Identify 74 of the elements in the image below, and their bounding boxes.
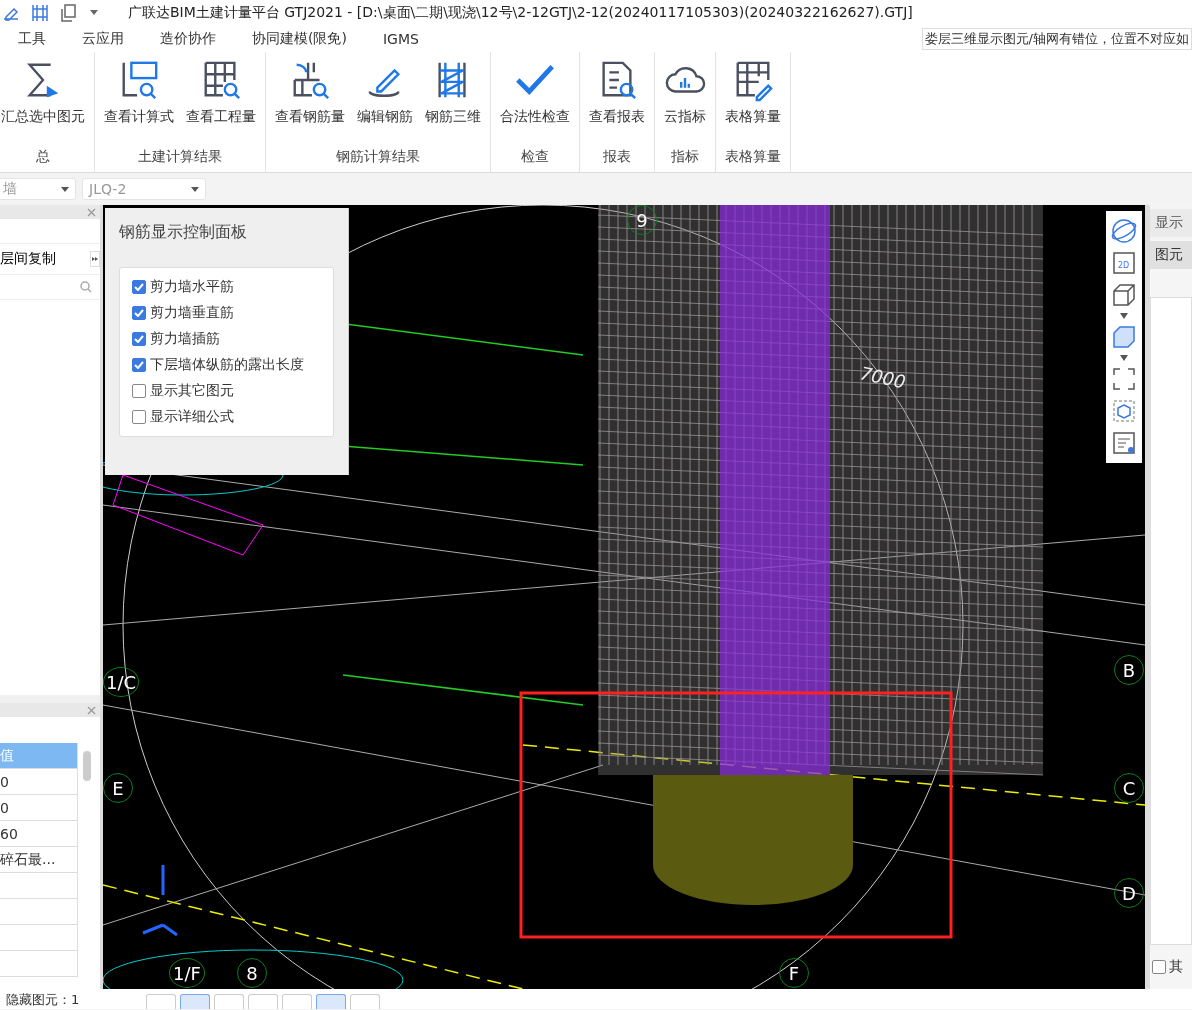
caret-icon <box>1120 313 1128 319</box>
checkbox-option[interactable]: 显示其它图元 <box>132 382 321 400</box>
menu-item[interactable]: 工具 <box>18 30 46 48</box>
cube-icon[interactable] <box>1110 281 1138 309</box>
ribbon-button[interactable]: 合法性检查 <box>495 56 575 128</box>
ribbon-button[interactable]: 表格算量 <box>720 56 786 128</box>
selection-frame-icon[interactable] <box>1110 365 1138 393</box>
box-cube-icon[interactable] <box>1110 397 1138 425</box>
checkbox-option[interactable]: 剪力墙垂直筋 <box>132 304 321 322</box>
orbit-icon[interactable] <box>1110 217 1138 245</box>
close-icon[interactable] <box>87 207 96 217</box>
group-label: 表格算量 <box>724 148 782 166</box>
checkmark-icon <box>134 309 144 317</box>
ribbon-button[interactable]: 钢筋三维 <box>420 56 486 128</box>
menu-item[interactable]: IGMS <box>382 31 419 47</box>
close-icon[interactable] <box>87 705 96 715</box>
caret-icon <box>61 186 69 192</box>
status-text: 隐藏图元：1 <box>6 991 81 1009</box>
table-cell: 60 <box>0 821 77 847</box>
panel-tab[interactable]: 显示 <box>1150 209 1192 237</box>
group-label: 指标 <box>670 148 700 166</box>
menu-item[interactable]: 协同建模(限免) <box>252 30 347 48</box>
table-cell: 0 <box>0 795 77 821</box>
checkbox-option[interactable]: 剪力墙插筋 <box>132 330 321 348</box>
list-eye-icon[interactable] <box>1110 429 1138 457</box>
ribbon-button[interactable]: 查看工程量 <box>181 56 261 128</box>
snap-tool-button[interactable] <box>316 994 346 1009</box>
copy-floors-button[interactable]: 层间复制 <box>0 250 56 268</box>
panel-tab[interactable]: 图元 <box>1150 241 1192 269</box>
dimension-label: 7000 <box>858 362 908 393</box>
checkbox[interactable] <box>1152 960 1166 974</box>
2d-view-icon[interactable]: 2D <box>1110 249 1138 277</box>
caret-icon <box>90 10 98 16</box>
group-label: 土建计算结果 <box>137 148 223 166</box>
menu-item[interactable]: 造价协作 <box>160 30 216 48</box>
group-label: 检查 <box>520 148 550 166</box>
notice-text: 娄层三维显示图元/轴网有错位，位置不对应如 <box>921 28 1192 50</box>
caret-icon <box>1120 355 1128 361</box>
checkmark-icon <box>134 335 144 343</box>
checkmark-icon <box>134 283 144 291</box>
scrollbar-thumb[interactable] <box>83 751 91 781</box>
pencil-icon <box>2 5 20 21</box>
snap-tool-button[interactable] <box>180 994 210 1009</box>
table-cell: 碎石最... <box>0 847 77 873</box>
ribbon-button[interactable]: 编辑钢筋 <box>352 56 418 128</box>
checkbox-option[interactable]: 显示详细公式 <box>132 408 321 426</box>
checkbox[interactable] <box>132 410 146 424</box>
checkbox-option[interactable]: 剪力墙水平筋 <box>132 278 321 296</box>
table-cell: 0 <box>0 769 77 795</box>
checkbox[interactable] <box>132 306 146 320</box>
view-2d-label: 2D <box>1118 261 1130 270</box>
checkbox[interactable] <box>132 332 146 346</box>
ribbon-button[interactable]: 查看报表 <box>584 56 650 128</box>
ribbon-button[interactable]: 云指标 <box>659 56 711 128</box>
checkbox[interactable] <box>132 384 146 398</box>
column-header: 值 <box>0 743 77 769</box>
group-label: 钢筋计算结果 <box>335 148 421 166</box>
group-label: 总 <box>35 148 51 166</box>
solid-cube-icon[interactable] <box>1110 323 1138 351</box>
ribbon-button[interactable]: 查看计算式 <box>99 56 179 128</box>
rebar-frame-icon <box>30 3 50 23</box>
ribbon-button[interactable]: 查看钢筋量 <box>270 56 350 128</box>
panel-title: 钢筋显示控制面板 <box>119 222 248 243</box>
checkbox[interactable] <box>132 358 146 372</box>
checkbox-label: 其 <box>1169 958 1183 976</box>
checkbox-option[interactable]: 下层墙体纵筋的露出长度 <box>132 356 321 374</box>
menu-item[interactable]: 云应用 <box>82 30 124 48</box>
window-title: 广联达BIM土建计量平台 GTJ2021 - [D:\桌面\二期\现浇\12号\2-12GTJ\2-12(20240117105303)(20240322162627).GTJ] <box>128 4 913 22</box>
group-label: 报表 <box>602 148 632 166</box>
search-icon <box>80 281 92 293</box>
checkmark-icon <box>134 361 144 369</box>
caret-icon <box>191 186 199 192</box>
checkbox[interactable] <box>132 280 146 294</box>
ribbon-button[interactable]: 汇总选中图元 <box>0 56 90 128</box>
